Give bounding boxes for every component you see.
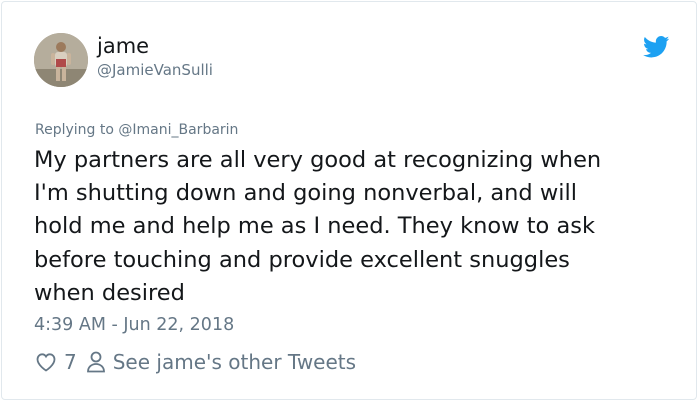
person-icon[interactable] bbox=[85, 350, 107, 374]
tweet-card: jame @JamieVanSulli Replying to @Imani_B… bbox=[1, 1, 697, 400]
user-handle[interactable]: @JamieVanSulli bbox=[97, 60, 213, 80]
avatar[interactable] bbox=[34, 33, 88, 87]
display-name[interactable]: jame bbox=[97, 33, 149, 59]
like-count[interactable]: 7 bbox=[64, 350, 77, 374]
see-other-tweets-link[interactable]: See jame's other Tweets bbox=[113, 350, 356, 374]
reply-to-handle[interactable]: @Imani_Barbarin bbox=[118, 122, 238, 138]
heart-icon[interactable] bbox=[34, 350, 58, 374]
reply-prefix: Replying to bbox=[35, 122, 119, 138]
twitter-bird-icon[interactable] bbox=[642, 36, 670, 58]
reply-context: Replying to @Imani_Barbarin bbox=[35, 121, 238, 139]
tweet-timestamp[interactable]: 4:39 AM - Jun 22, 2018 bbox=[34, 313, 234, 337]
tweet-actions: 7 See jame's other Tweets bbox=[34, 347, 356, 377]
tweet-text: My partners are all very good at recogni… bbox=[34, 147, 602, 306]
